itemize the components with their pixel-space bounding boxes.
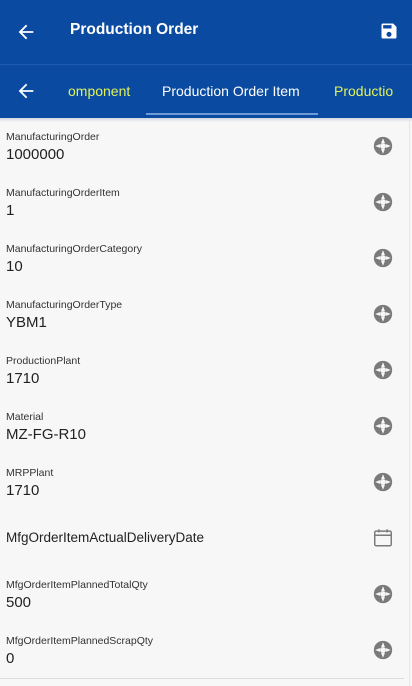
arrow-left-icon [18, 24, 34, 40]
back-button[interactable] [12, 18, 40, 46]
field-label: MfgOrderItemPlannedTotalQty [6, 579, 148, 591]
camera-icon[interactable] [372, 415, 394, 437]
camera-icon[interactable] [372, 471, 394, 493]
save-icon [381, 23, 397, 39]
field-row-manufacturing-order[interactable]: ManufacturingOrder 1000000 [0, 118, 404, 175]
field-label: MRPPlant [6, 467, 54, 479]
tab-back-button[interactable] [12, 77, 40, 105]
field-value: 1 [6, 202, 15, 219]
field-label: MfgOrderItemPlannedScrapQty [6, 635, 154, 647]
camera-icon[interactable] [372, 359, 394, 381]
field-value: MZ-FG-R10 [6, 426, 86, 443]
arrow-left-icon [18, 83, 34, 99]
field-value: 500 [6, 594, 32, 611]
field-value: 1000000 [6, 146, 65, 163]
tab-bar-shadow [0, 118, 412, 122]
field-list: ManufacturingOrder 1000000 Manufacturing… [0, 118, 412, 686]
field-label: ManufacturingOrderItem [6, 187, 120, 199]
field-label: Material [6, 411, 44, 423]
camera-icon[interactable] [372, 303, 394, 325]
tab-production-order-item[interactable]: Production Order Item [162, 83, 300, 99]
field-label: ProductionPlant [6, 355, 81, 367]
tab-production[interactable]: Productio [334, 83, 393, 99]
field-row-planned-scrap-qty[interactable]: MfgOrderItemPlannedScrapQty 0 [0, 622, 404, 679]
camera-icon[interactable] [372, 191, 394, 213]
field-value: 1710 [6, 370, 40, 387]
field-row-planned-total-qty[interactable]: MfgOrderItemPlannedTotalQty 500 [0, 566, 404, 623]
field-value: YBM1 [6, 314, 47, 331]
field-row-manufacturing-order-category[interactable]: ManufacturingOrderCategory 10 [0, 230, 404, 287]
field-value: 10 [6, 258, 23, 275]
camera-icon[interactable] [372, 247, 394, 269]
camera-icon[interactable] [372, 583, 394, 605]
field-row-actual-delivery-date[interactable]: MfgOrderItemActualDeliveryDate [0, 510, 404, 567]
field-row-manufacturing-order-type[interactable]: ManufacturingOrderType YBM1 [0, 286, 404, 343]
field-label: MfgOrderItemActualDeliveryDate [6, 530, 205, 545]
field-label: ManufacturingOrderCategory [6, 243, 142, 255]
tab-bar: omponent Production Order Item Productio [0, 64, 412, 119]
app-screen: Production Order omponent Production Ord… [0, 0, 412, 686]
field-label: ManufacturingOrder [6, 131, 100, 143]
page-title: Production Order [70, 21, 199, 38]
save-button[interactable] [378, 20, 400, 42]
field-row-mrp-plant[interactable]: MRPPlant 1710 [0, 454, 404, 511]
field-label: ManufacturingOrderType [6, 299, 123, 311]
field-value: 0 [6, 650, 15, 667]
field-row-material[interactable]: Material MZ-FG-R10 [0, 398, 404, 455]
calendar-icon[interactable] [372, 527, 394, 549]
camera-icon[interactable] [372, 135, 394, 157]
field-row-manufacturing-order-item[interactable]: ManufacturingOrderItem 1 [0, 174, 404, 231]
scroll-edge [409, 118, 410, 686]
camera-icon[interactable] [372, 639, 394, 661]
app-header: Production Order [0, 0, 412, 64]
tab-component[interactable]: omponent [68, 83, 130, 99]
field-value: 1710 [6, 482, 40, 499]
field-row-production-plant[interactable]: ProductionPlant 1710 [0, 342, 404, 399]
active-tab-indicator [146, 113, 318, 115]
